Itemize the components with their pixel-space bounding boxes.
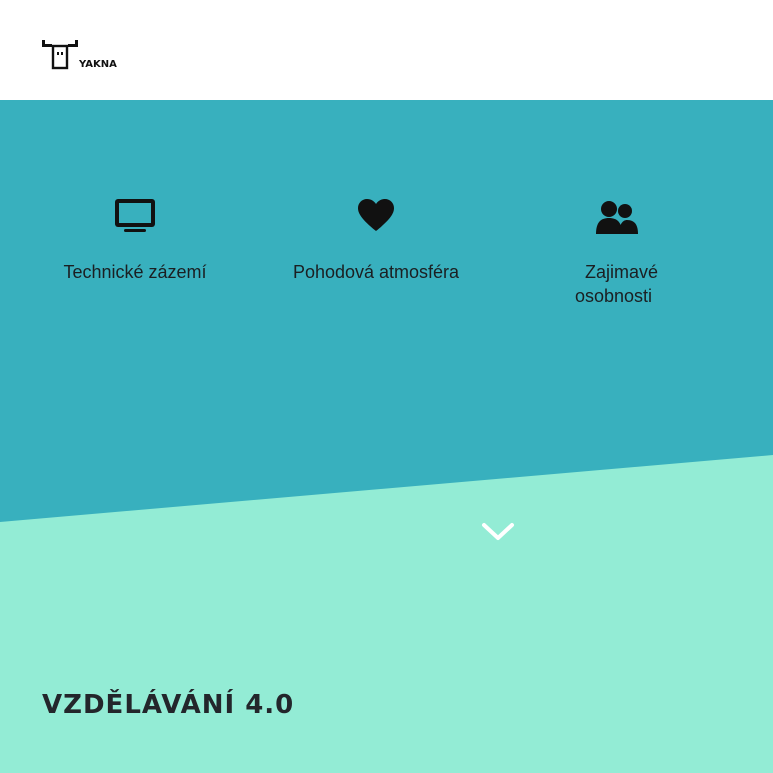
chevron-down-icon[interactable] — [481, 522, 515, 542]
feature-atmosphere: Pohodová atmosféra — [276, 198, 476, 284]
hero-section: Technické zázemí Pohodová atmosféra Zaji… — [0, 100, 773, 773]
site-header: YAKNA — [0, 0, 773, 100]
feature-label: Pohodová atmosféra — [292, 262, 460, 282]
section-title: VZDĚLÁVÁNÍ 4.0 — [42, 690, 295, 720]
feature-label: Technické zázemí — [63, 262, 207, 282]
logo-text: YAKNA — [79, 59, 117, 70]
feature-label-line1: Zajimavé — [585, 262, 659, 282]
monitor-icon — [115, 199, 155, 232]
feature-personalities: Zajimavé osobnosti — [552, 198, 682, 308]
feature-label-line2: osobnosti — [575, 286, 653, 306]
people-icon — [596, 201, 638, 234]
feature-label: Zajimavé osobnosti — [552, 260, 682, 308]
logo[interactable]: YAKNA — [42, 40, 117, 70]
heart-icon — [358, 199, 394, 231]
feature-technical: Technické zázemí — [40, 198, 230, 284]
moose-icon — [42, 40, 78, 70]
